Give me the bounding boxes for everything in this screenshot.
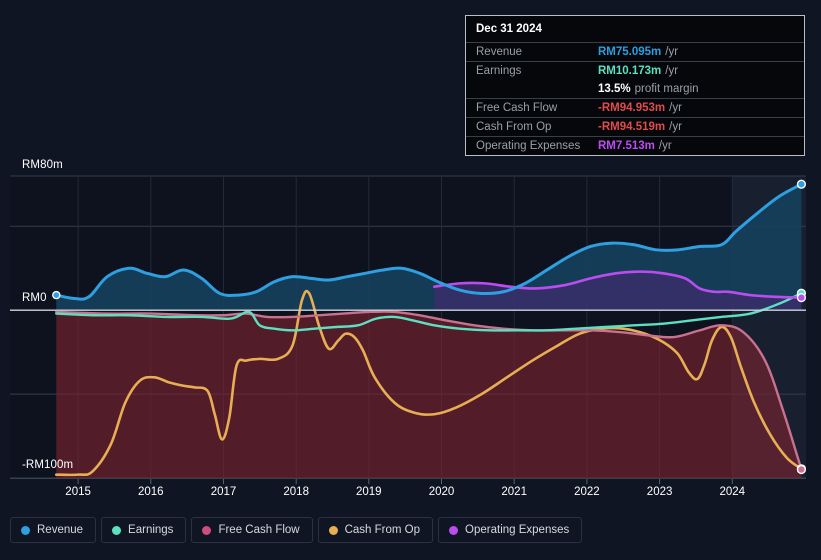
tooltip-row: Operating Expenses RM7.513m/yr (466, 136, 804, 155)
tooltip-title: Dec 31 2024 (476, 23, 542, 35)
tooltip-row-unit: /yr (669, 121, 682, 133)
x-axis-tick-2019: 2019 (356, 486, 382, 498)
tooltip-row-unit: /yr (665, 65, 679, 77)
tooltip-rows: Revenue RM75.095m/yr Earnings RM10.173m/yr 1… (466, 42, 804, 155)
legend-item-label: Operating Expenses (465, 524, 570, 536)
legend-item-label: Earnings (128, 524, 174, 536)
y-axis-tick-top: RM80m (22, 159, 63, 171)
tooltip-row: Revenue RM75.095m/yr (466, 42, 804, 61)
tooltip-row-value-group: -RM94.519m/yr (598, 121, 682, 133)
tooltip-row-unit: profit margin (634, 83, 699, 95)
y-axis-tick-bottom: -RM100m (22, 459, 74, 471)
legend-item-label: Cash From Op (344, 524, 421, 536)
data-tooltip: Dec 31 2024 Revenue RM75.095m/yr Earnings R… (465, 15, 805, 156)
tooltip-row: Earnings RM10.173m/yr (466, 61, 804, 80)
legend-item-revenue[interactable]: Revenue (10, 517, 97, 543)
x-axis-tick-2016: 2016 (138, 486, 164, 498)
tooltip-row-value: -RM94.953m (598, 102, 666, 114)
tooltip-row: Free Cash Flow -RM94.953m/yr (466, 98, 804, 117)
chart-legend: Revenue Earnings Free Cash Flow Cash From O… (10, 517, 583, 543)
legend-color-dot-icon (449, 525, 459, 535)
legend-color-dot-icon (202, 525, 212, 535)
legend-item-label: Free Cash Flow (218, 524, 300, 536)
tooltip-row: 13.5% profit margin (466, 80, 804, 98)
tooltip-row-value: RM75.095m (598, 46, 662, 58)
legend-color-dot-icon (112, 525, 122, 535)
tooltip-row-value: RM7.513m (598, 140, 655, 152)
tooltip-row-value-group: RM7.513m/yr (598, 140, 672, 152)
tooltip-row-value-group: -RM94.953m/yr (598, 102, 682, 114)
tooltip-row-label: Free Cash Flow (476, 102, 558, 114)
tooltip-row-label: Revenue (476, 46, 523, 58)
x-axis-tick-2015: 2015 (65, 486, 91, 498)
tooltip-row: Cash From Op -RM94.519m/yr (466, 117, 804, 136)
financial-chart: RM80m RM0 -RM100m 2015 2016 2017 2018 2019 20… (0, 0, 821, 560)
x-axis-tick-2018: 2018 (283, 486, 309, 498)
legend-item-label: Revenue (37, 524, 84, 536)
tooltip-row-label: Operating Expenses (476, 140, 581, 152)
tooltip-row-value-group: RM75.095m/yr (598, 46, 678, 58)
x-axis-tick-2024: 2024 (719, 486, 746, 498)
x-axis-tick-labels: 2015 2016 2017 2018 2019 2020 2021 2022 2023 2024 (0, 486, 821, 502)
tooltip-row-value: 13.5% (598, 83, 631, 95)
tooltip-row-value-group: RM10.173m/yr (598, 65, 678, 77)
x-axis-tick-2023: 2023 (646, 486, 673, 498)
legend-color-dot-icon (328, 525, 338, 535)
tooltip-row-label: Earnings (476, 65, 522, 77)
x-axis-tick-2022: 2022 (574, 486, 600, 498)
x-axis-tick-2017: 2017 (210, 486, 237, 498)
tooltip-row-value: -RM94.519m (598, 121, 666, 133)
legend-item-operating-expenses[interactable]: Operating Expenses (438, 517, 583, 543)
y-axis-tick-zero: RM0 (22, 292, 47, 304)
x-axis-tick-2020: 2020 (428, 486, 455, 498)
tooltip-row-value: RM10.173m (598, 65, 662, 77)
tooltip-row-unit: /yr (669, 102, 682, 114)
legend-color-dot-icon (21, 525, 30, 535)
legend-item-earnings[interactable]: Earnings (101, 517, 187, 543)
legend-item-free-cash-flow[interactable]: Free Cash Flow (191, 517, 313, 543)
x-axis-tick-2021: 2021 (501, 486, 527, 498)
legend-item-cash-from-op[interactable]: Cash From Op (317, 517, 434, 543)
tooltip-row-value-group: 13.5% profit margin (598, 83, 699, 95)
tooltip-row-unit: /yr (665, 46, 679, 58)
tooltip-row-label: Cash From Op (476, 121, 552, 133)
tooltip-row-unit: /yr (658, 140, 672, 152)
